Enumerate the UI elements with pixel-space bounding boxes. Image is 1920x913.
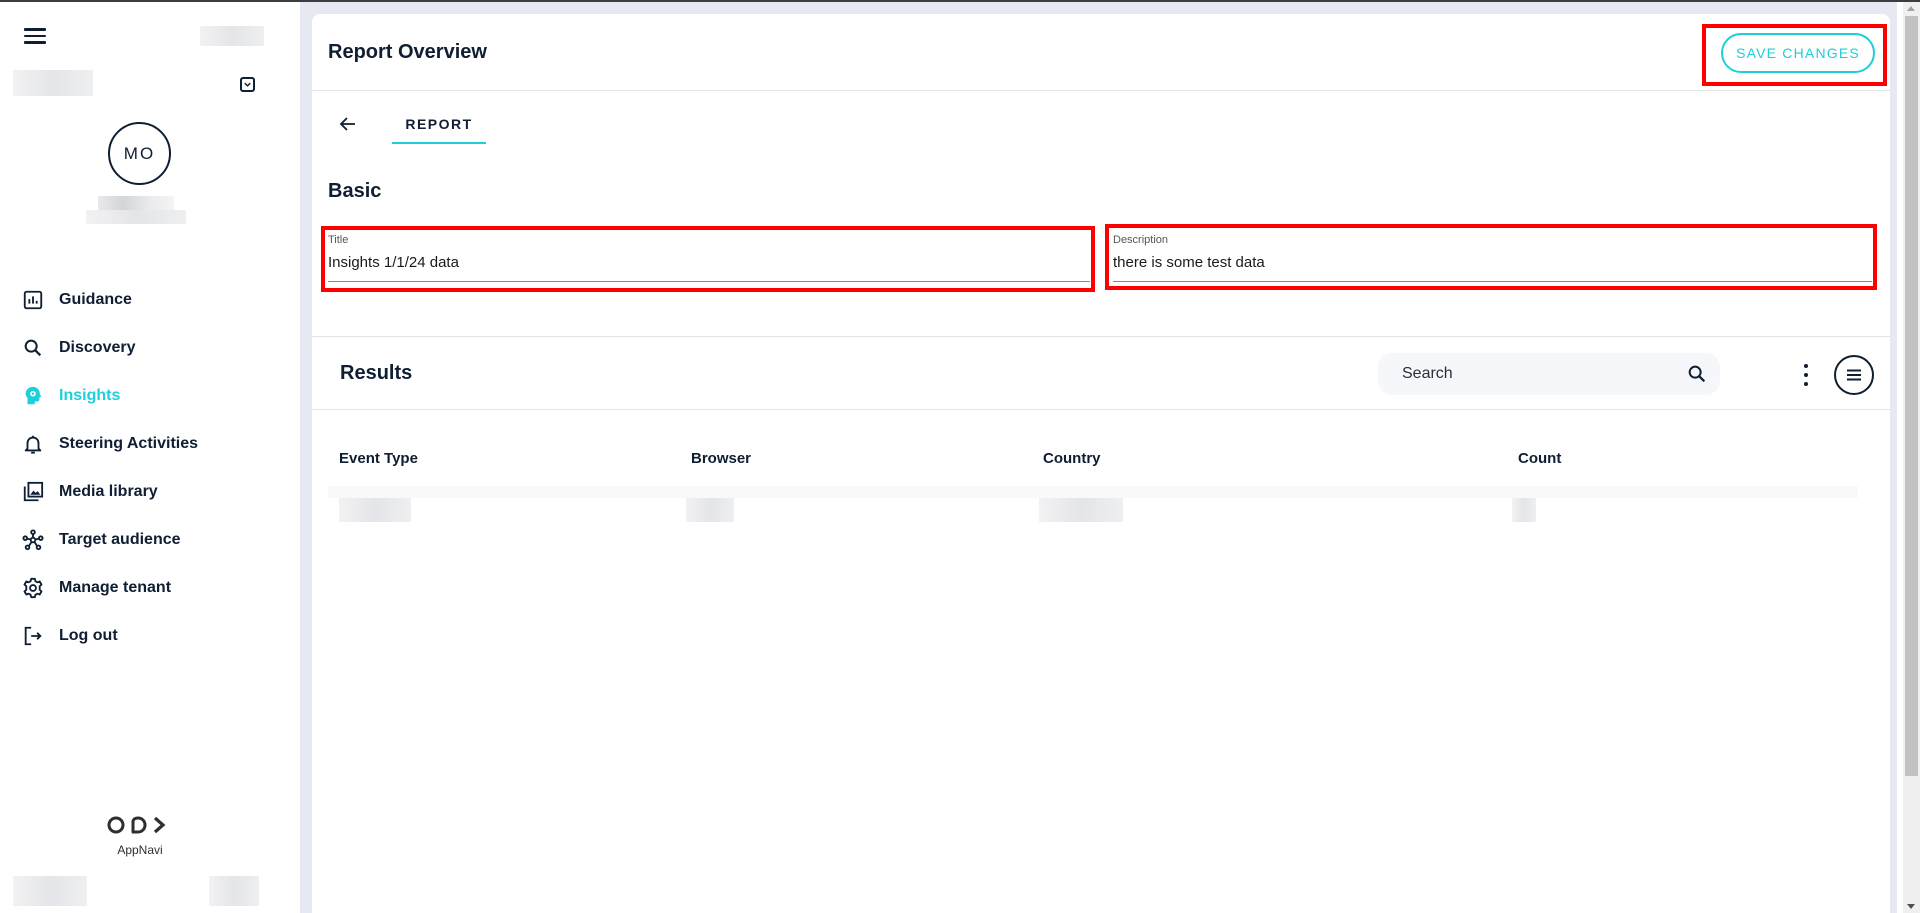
redacted-text: [200, 26, 264, 46]
column-header-country[interactable]: Country: [1043, 450, 1101, 467]
scroll-up-arrow-icon[interactable]: [1907, 6, 1915, 11]
sidebar-item-label: Guidance: [59, 291, 132, 308]
appnavi-logo-icon: [107, 816, 166, 834]
table-row[interactable]: [328, 498, 1858, 538]
search-icon: [22, 337, 44, 359]
appnavi-logo: AppNavi: [104, 814, 176, 857]
logout-icon: [22, 625, 44, 647]
title-field-label: Title: [328, 234, 349, 246]
bell-icon: [22, 433, 44, 455]
sidebar: MO Guidance Discovery Insights Steering: [0, 2, 300, 913]
title-field[interactable]: Title: [328, 234, 1090, 282]
column-header-browser[interactable]: Browser: [691, 450, 751, 467]
description-field[interactable]: Description: [1113, 234, 1872, 282]
results-table: Event Type Browser Country Count: [328, 434, 1858, 538]
column-menu-button[interactable]: [1834, 355, 1874, 395]
scroll-down-arrow-icon[interactable]: [1907, 904, 1915, 909]
search-icon[interactable]: [1686, 363, 1708, 385]
results-divider: [312, 409, 1890, 410]
user-email-redacted: [86, 210, 186, 224]
sidebar-item-log-out[interactable]: Log out: [0, 612, 300, 660]
cell-redacted: [339, 498, 411, 522]
gear-icon: [22, 577, 44, 599]
search-box[interactable]: [1378, 353, 1720, 395]
cell-redacted: [1039, 498, 1123, 522]
avatar-initials: MO: [123, 143, 156, 163]
footer-redacted-left: [13, 876, 87, 906]
table-header: Event Type Browser Country Count: [328, 434, 1858, 484]
column-header-event-type[interactable]: Event Type: [339, 450, 418, 467]
section-heading-basic: Basic: [328, 180, 382, 202]
sidebar-item-label: Steering Activities: [59, 435, 199, 452]
tenant-name-redacted: [13, 70, 93, 96]
chevron-down-icon: [244, 82, 251, 87]
sidebar-item-label: Manage tenant: [59, 579, 172, 596]
head-lightbulb-icon: [22, 385, 44, 407]
brand-name: AppNavi: [117, 843, 163, 857]
vertical-scrollbar[interactable]: [1903, 2, 1920, 913]
sidebar-item-label: Log out: [59, 627, 118, 644]
page-header: Report Overview: [312, 14, 1890, 91]
back-arrow-icon[interactable]: [338, 114, 358, 134]
sidebar-item-label: Target audience: [59, 531, 181, 548]
sidebar-item-guidance[interactable]: Guidance: [0, 276, 300, 324]
description-field-label: Description: [1113, 234, 1169, 246]
title-input[interactable]: [328, 250, 1090, 274]
hamburger-menu-icon[interactable]: [24, 28, 46, 44]
cell-redacted: [686, 498, 734, 522]
sidebar-nav: Guidance Discovery Insights Steering Act…: [0, 276, 300, 660]
table-row-separator: [328, 486, 1858, 498]
more-options-icon[interactable]: [1802, 364, 1810, 386]
sidebar-item-insights[interactable]: Insights: [0, 372, 300, 420]
avatar[interactable]: MO: [108, 122, 171, 185]
list-icon: [1847, 369, 1861, 381]
tab-report[interactable]: REPORT: [392, 106, 486, 144]
bar-chart-icon: [22, 289, 44, 311]
section-heading-results: Results: [340, 362, 413, 384]
sidebar-item-label: Insights: [59, 387, 121, 404]
network-icon: [22, 529, 44, 551]
sidebar-item-label: Discovery: [59, 339, 136, 356]
sidebar-item-label: Media library: [59, 483, 158, 500]
report-card: Report Overview SAVE CHANGES REPORT Basi…: [312, 14, 1890, 913]
section-divider: [312, 336, 1890, 337]
cell-redacted: [1512, 498, 1536, 522]
tenant-dropdown-button[interactable]: [240, 77, 255, 92]
scrollbar-thumb[interactable]: [1905, 16, 1918, 776]
footer-redacted-right: [209, 876, 259, 906]
sidebar-item-media-library[interactable]: Media library: [0, 468, 300, 516]
description-input[interactable]: [1113, 250, 1872, 274]
sidebar-item-discovery[interactable]: Discovery: [0, 324, 300, 372]
sidebar-item-target-audience[interactable]: Target audience: [0, 516, 300, 564]
sidebar-item-steering-activities[interactable]: Steering Activities: [0, 420, 300, 468]
page-title: Report Overview: [328, 41, 487, 63]
column-header-count[interactable]: Count: [1518, 450, 1561, 467]
sidebar-item-manage-tenant[interactable]: Manage tenant: [0, 564, 300, 612]
save-changes-button[interactable]: SAVE CHANGES: [1721, 33, 1875, 73]
search-input[interactable]: [1402, 353, 1672, 395]
image-library-icon: [22, 481, 44, 503]
user-name-redacted: [98, 196, 174, 210]
